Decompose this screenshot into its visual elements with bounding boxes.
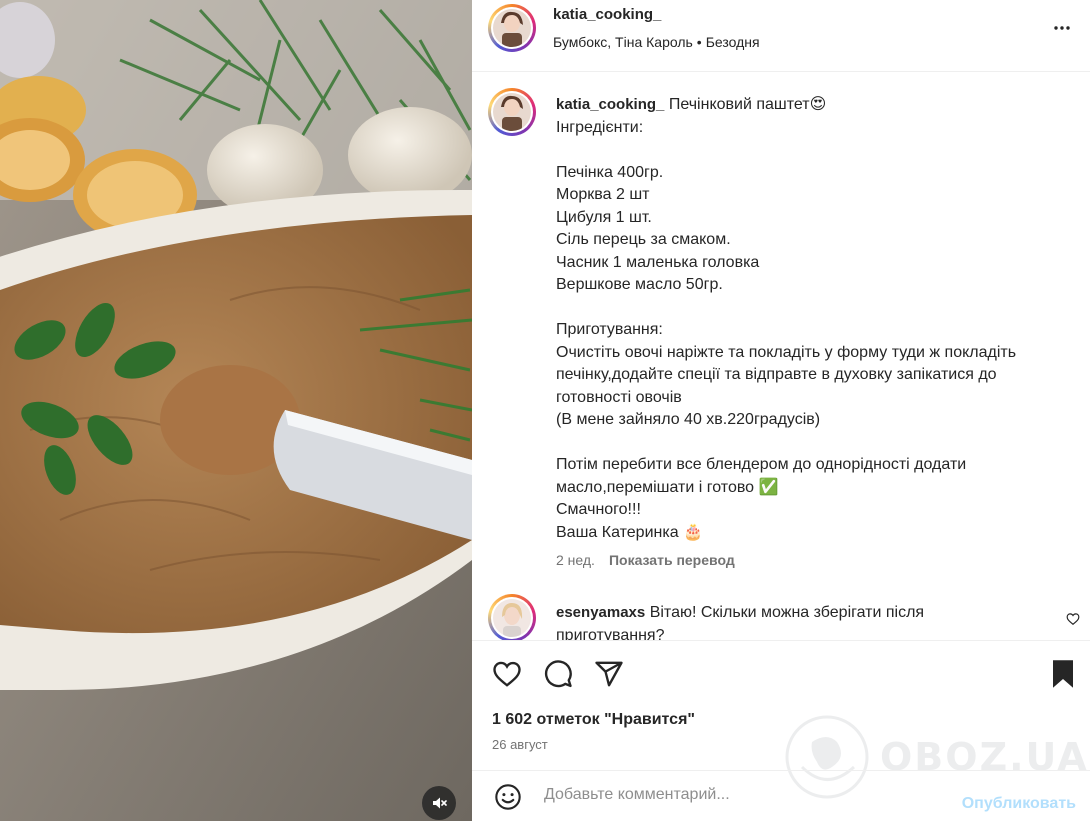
audio-artist[interactable]: Бумбокс, Тіна Кароль (553, 34, 693, 50)
caption-author-avatar[interactable] (488, 88, 536, 136)
avatar-photo (493, 9, 531, 47)
caption-line (556, 432, 1066, 455)
post-photo (0, 0, 472, 821)
post-date[interactable]: 26 август (492, 737, 548, 752)
post-caption: katia_cooking_ Печінковий паштет😍 Інгред… (556, 94, 1066, 544)
post-panel: katia_cooking_ Бумбокс, Тіна Кароль • Бе… (472, 0, 1090, 821)
save-button[interactable] (1050, 659, 1076, 694)
caption-line: Вершкове масло 50гр. (556, 276, 723, 293)
publish-button[interactable]: Опубликовать (962, 795, 1076, 813)
comment-button[interactable] (543, 659, 573, 694)
comment-icon (544, 660, 572, 688)
comment-like-button[interactable] (1066, 612, 1080, 631)
author-avatar[interactable] (488, 4, 536, 52)
caption-line (556, 139, 1066, 162)
audio-separator: • (696, 34, 702, 50)
caption-time[interactable]: 2 нед. (556, 552, 595, 568)
speaker-muted-icon (433, 797, 447, 809)
comment-username[interactable]: esenyamaxs (556, 604, 645, 621)
share-button[interactable] (594, 659, 624, 694)
caption-line: Сіль перець за смаком. (556, 231, 731, 248)
caption-line: Потім перебити все блендером до однорідн… (556, 456, 967, 496)
add-comment-bar: Опубликовать (472, 770, 1090, 821)
audio-info[interactable]: Бумбокс, Тіна Кароль • Безодня (553, 34, 760, 50)
caption-line: (В мене зайняло 40 хв.220градусів) (556, 411, 821, 428)
post-header: katia_cooking_ Бумбокс, Тіна Кароль • Бе… (472, 0, 1090, 72)
like-button[interactable] (492, 659, 522, 694)
emoji-icon (495, 784, 521, 810)
caption-line: Очистіть овочі наріжте та покладіть у фо… (556, 343, 1017, 406)
caption-meta: 2 нед. Показать перевод (556, 552, 735, 568)
caption-line: Цибуля 1 шт. (556, 208, 652, 226)
bookmark-icon (1053, 660, 1073, 688)
caption-first-line: katia_cooking_ Печінковий паштет😍 (556, 94, 1066, 117)
avatar-photo (493, 599, 531, 637)
author-username[interactable]: katia_cooking_ (553, 6, 661, 23)
send-icon (595, 661, 623, 687)
caption-title: Печінковий паштет (668, 96, 810, 113)
emoji-button[interactable] (494, 783, 522, 816)
comment-input[interactable] (542, 785, 946, 805)
caption-line: Смачного!!! (556, 501, 641, 518)
caption-username[interactable]: katia_cooking_ (556, 96, 664, 113)
more-horizontal-icon (1054, 26, 1070, 30)
caption-line: Інгредієнти: (556, 118, 644, 136)
comment: esenyamaxs Вітаю! Скільки можна зберігат… (556, 602, 976, 640)
heart-icon (493, 661, 521, 687)
caption-line: Морква 2 шт (556, 186, 650, 203)
likes-count[interactable]: 1 602 отметок "Нравится" (492, 711, 695, 729)
mute-button[interactable] (422, 786, 456, 820)
commenter-avatar[interactable] (488, 594, 536, 640)
heart-icon (1066, 613, 1080, 625)
comments-scroll-area[interactable]: katia_cooking_ Печінковий паштет😍 Інгред… (472, 72, 1090, 640)
avatar-photo (493, 93, 531, 131)
more-options-button[interactable] (1050, 16, 1074, 40)
caption-line: Приготування: (556, 321, 663, 338)
post-media[interactable] (0, 0, 472, 821)
caption-line (556, 297, 1066, 320)
caption-line: Печінка 400гр. (556, 163, 664, 181)
caption-line: Ваша Катеринка 🎂 (556, 523, 703, 541)
show-translation-button[interactable]: Показать перевод (609, 552, 735, 568)
smiling-heart-eyes-emoji: 😍 (809, 96, 827, 113)
audio-track[interactable]: Безодня (706, 34, 760, 50)
caption-line: Часник 1 маленька головка (556, 253, 760, 271)
post-actions: 1 602 отметок "Нравится" 26 август (472, 640, 1090, 770)
